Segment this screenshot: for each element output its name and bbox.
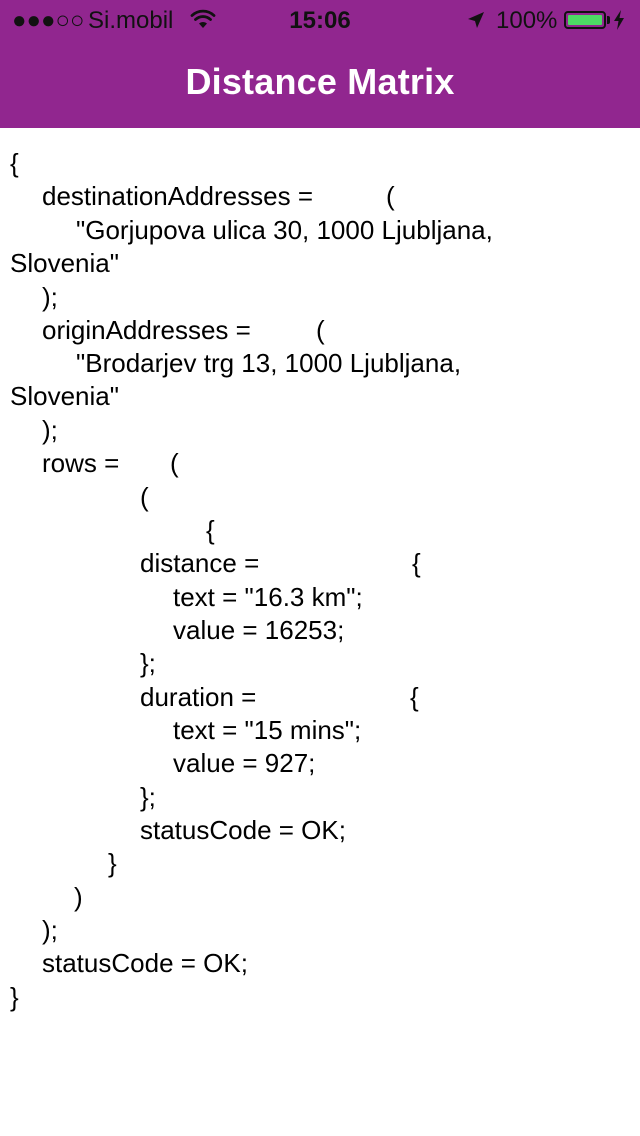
text-line: (: [386, 181, 395, 211]
text-line: (: [140, 482, 149, 512]
battery-level-fill: [568, 15, 602, 25]
result-text-view: { destinationAddresses = ( "Gorjupova ul…: [0, 128, 640, 1136]
text-line: (: [316, 315, 325, 345]
text-line: {: [206, 515, 215, 545]
text-line: statusCode = OK;: [140, 815, 346, 845]
app-screen: ●●●○○ Si.mobil 15:06 100% Distance Matri…: [0, 0, 640, 1136]
battery-terminal: [607, 16, 610, 24]
text-line: );: [42, 282, 58, 312]
text-line: "Brodarjev trg 13, 1000 Ljubljana,: [76, 348, 462, 378]
text-line: ): [74, 882, 83, 912]
text-line: text = "15 mins";: [173, 715, 362, 745]
text-line: text = "16.3 km";: [173, 582, 363, 612]
text-line: statusCode = OK;: [42, 948, 248, 978]
text-line: originAddresses =: [42, 315, 251, 345]
charging-bolt-icon: [614, 10, 624, 30]
text-line: "Gorjupova ulica 30, 1000 Ljubljana,: [76, 215, 493, 245]
text-line: {: [10, 148, 19, 178]
text-line: );: [42, 415, 58, 445]
text-line: distance =: [140, 548, 260, 578]
battery-percentage: 100%: [496, 7, 558, 34]
page-title: Distance Matrix: [185, 61, 455, 102]
navigation-bar: ●●●○○ Si.mobil 15:06 100% Distance Matri…: [0, 0, 640, 128]
text-line: value = 16253;: [173, 615, 345, 645]
text-line: destinationAddresses =: [42, 181, 314, 211]
text-line: }: [10, 982, 19, 1012]
text-line: );: [42, 915, 58, 945]
text-line: {: [412, 548, 421, 578]
text-line: };: [140, 648, 156, 678]
text-line: };: [140, 782, 156, 812]
text-line: rows =: [42, 448, 120, 478]
text-line: {: [410, 682, 419, 712]
text-line: Slovenia": [10, 248, 119, 278]
status-bar: ●●●○○ Si.mobil 15:06 100%: [0, 0, 640, 40]
location-arrow-icon: [468, 12, 484, 28]
battery-icon: [564, 11, 606, 29]
text-line: Slovenia": [10, 381, 119, 411]
text-line: }: [108, 848, 117, 878]
text-line: duration =: [140, 682, 257, 712]
text-line: (: [170, 448, 179, 478]
text-line: value = 927;: [173, 748, 316, 778]
